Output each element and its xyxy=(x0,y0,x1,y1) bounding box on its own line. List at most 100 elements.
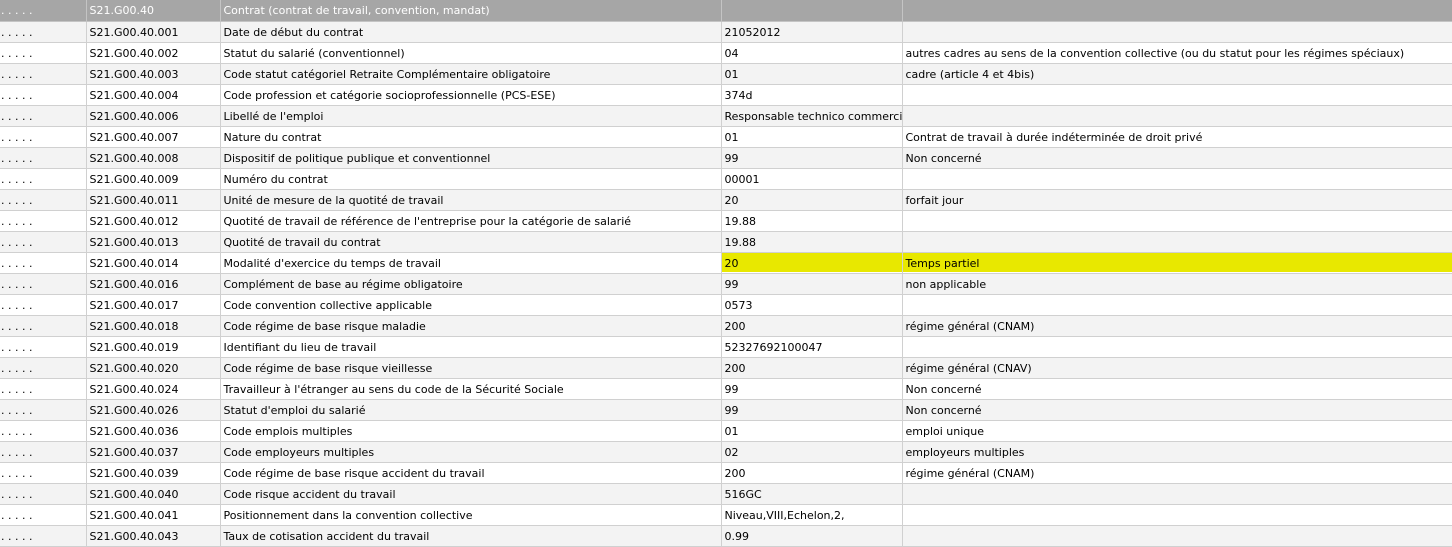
row-field-value: 04 xyxy=(721,43,902,64)
row-indent-dots: . . . . . xyxy=(0,169,86,190)
row-field-value: 200 xyxy=(721,463,902,484)
table-row[interactable]: . . . . .S21.G00.40.039Code régime de ba… xyxy=(0,463,1452,484)
table-row[interactable]: . . . . .S21.G00.40.007Nature du contrat… xyxy=(0,127,1452,148)
row-indent-dots: . . . . . xyxy=(0,232,86,253)
row-indent-dots: . . . . . xyxy=(0,484,86,505)
table-row[interactable]: . . . . .S21.G00.40.041Positionnement da… xyxy=(0,505,1452,526)
row-field-code: S21.G00.40.026 xyxy=(86,400,220,421)
row-field-description xyxy=(902,232,1452,253)
table-row[interactable]: . . . . .S21.G00.40.002Statut du salarié… xyxy=(0,43,1452,64)
table-row[interactable]: . . . . .S21.G00.40.036Code emplois mult… xyxy=(0,421,1452,442)
row-field-value: Responsable technico commercial xyxy=(721,106,902,127)
table-row[interactable]: . . . . .S21.G00.40.040Code risque accid… xyxy=(0,484,1452,505)
table-row[interactable]: . . . . .S21.G00.40.024Travailleur à l'é… xyxy=(0,379,1452,400)
highlighter-mark xyxy=(903,253,1452,273)
row-field-description-text: Temps partiel xyxy=(906,257,980,270)
row-field-value: 19.88 xyxy=(721,211,902,232)
row-field-description: autres cadres au sens de la convention c… xyxy=(902,43,1452,64)
table-row[interactable]: . . . . .S21.G00.40.014Modalité d'exerci… xyxy=(0,253,1452,274)
table-row[interactable]: . . . . .S21.G00.40.037Code employeurs m… xyxy=(0,442,1452,463)
row-indent-dots: . . . . . xyxy=(0,463,86,484)
table-row[interactable]: . . . . .S21.G00.40.006Libellé de l'empl… xyxy=(0,106,1452,127)
row-field-code: S21.G00.40.036 xyxy=(86,421,220,442)
table-row[interactable]: . . . . .S21.G00.40.009Numéro du contrat… xyxy=(0,169,1452,190)
row-field-code: S21.G00.40.001 xyxy=(86,22,220,43)
row-indent-dots: . . . . . xyxy=(0,106,86,127)
header-value-cell xyxy=(721,0,902,22)
table-row[interactable]: . . . . .S21.G00.40.020Code régime de ba… xyxy=(0,358,1452,379)
table-row[interactable]: . . . . .S21.G00.40.019Identifiant du li… xyxy=(0,337,1452,358)
row-field-description xyxy=(902,22,1452,43)
row-field-value: 516GC xyxy=(721,484,902,505)
row-indent-dots: . . . . . xyxy=(0,526,86,547)
table-row[interactable]: . . . . .S21.G00.40.043Taux de cotisatio… xyxy=(0,526,1452,547)
row-field-description xyxy=(902,211,1452,232)
row-field-description: forfait jour xyxy=(902,190,1452,211)
row-field-value: 01 xyxy=(721,421,902,442)
row-field-description: employeurs multiples xyxy=(902,442,1452,463)
row-indent-dots: . . . . . xyxy=(0,337,86,358)
row-field-code: S21.G00.40.008 xyxy=(86,148,220,169)
row-field-code: S21.G00.40.009 xyxy=(86,169,220,190)
row-field-code: S21.G00.40.018 xyxy=(86,316,220,337)
row-field-value: 99 xyxy=(721,148,902,169)
row-field-label: Statut d'emploi du salarié xyxy=(220,400,721,421)
row-field-description xyxy=(902,337,1452,358)
row-field-code: S21.G00.40.003 xyxy=(86,64,220,85)
row-field-value: 99 xyxy=(721,379,902,400)
row-indent-dots: . . . . . xyxy=(0,85,86,106)
row-field-description: Non concerné xyxy=(902,148,1452,169)
table-row[interactable]: . . . . .S21.G00.40.004Code profession e… xyxy=(0,85,1452,106)
row-indent-dots: . . . . . xyxy=(0,64,86,85)
row-field-value: 21052012 xyxy=(721,22,902,43)
row-field-value: 0573 xyxy=(721,295,902,316)
table-header-row[interactable]: . . . . . S21.G00.40 Contrat (contrat de… xyxy=(0,0,1452,22)
row-indent-dots: . . . . . xyxy=(0,400,86,421)
table-row[interactable]: . . . . .S21.G00.40.026Statut d'emploi d… xyxy=(0,400,1452,421)
row-field-description xyxy=(902,85,1452,106)
table-row[interactable]: . . . . .S21.G00.40.001Date de début du … xyxy=(0,22,1452,43)
row-indent-dots: . . . . . xyxy=(0,316,86,337)
row-indent-dots: . . . . . xyxy=(0,421,86,442)
row-field-description: Non concerné xyxy=(902,400,1452,421)
row-field-value: 200 xyxy=(721,316,902,337)
row-field-code: S21.G00.40.004 xyxy=(86,85,220,106)
row-field-code: S21.G00.40.014 xyxy=(86,253,220,274)
row-field-code: S21.G00.40.013 xyxy=(86,232,220,253)
row-field-description: non applicable xyxy=(902,274,1452,295)
row-field-description xyxy=(902,106,1452,127)
table-row[interactable]: . . . . .S21.G00.40.018Code régime de ba… xyxy=(0,316,1452,337)
row-field-value: 99 xyxy=(721,400,902,421)
row-indent-dots: . . . . . xyxy=(0,22,86,43)
row-field-label: Taux de cotisation accident du travail xyxy=(220,526,721,547)
table-row[interactable]: . . . . .S21.G00.40.013Quotité de travai… xyxy=(0,232,1452,253)
table-row[interactable]: . . . . .S21.G00.40.011Unité de mesure d… xyxy=(0,190,1452,211)
row-field-value: Niveau,VIII,Echelon,2, xyxy=(721,505,902,526)
header-block-label: Contrat (contrat de travail, convention,… xyxy=(220,0,721,22)
row-field-code: S21.G00.40.012 xyxy=(86,211,220,232)
row-field-label: Unité de mesure de la quotité de travail xyxy=(220,190,721,211)
row-field-label: Quotité de travail de référence de l'ent… xyxy=(220,211,721,232)
row-field-code: S21.G00.40.039 xyxy=(86,463,220,484)
row-field-label: Positionnement dans la convention collec… xyxy=(220,505,721,526)
row-indent-dots: . . . . . xyxy=(0,43,86,64)
row-field-label: Travailleur à l'étranger au sens du code… xyxy=(220,379,721,400)
table-row[interactable]: . . . . .S21.G00.40.008Dispositif de pol… xyxy=(0,148,1452,169)
dsn-contract-table: . . . . . S21.G00.40 Contrat (contrat de… xyxy=(0,0,1452,547)
row-field-value: 01 xyxy=(721,127,902,148)
row-field-code: S21.G00.40.019 xyxy=(86,337,220,358)
row-field-label: Quotité de travail du contrat xyxy=(220,232,721,253)
table-row[interactable]: . . . . .S21.G00.40.016Complément de bas… xyxy=(0,274,1452,295)
row-field-label: Modalité d'exercice du temps de travail xyxy=(220,253,721,274)
row-field-label: Code régime de base risque maladie xyxy=(220,316,721,337)
table-row[interactable]: . . . . .S21.G00.40.003Code statut catég… xyxy=(0,64,1452,85)
table-row[interactable]: . . . . .S21.G00.40.017Code convention c… xyxy=(0,295,1452,316)
table-row[interactable]: . . . . .S21.G00.40.012Quotité de travai… xyxy=(0,211,1452,232)
row-field-description: Non concerné xyxy=(902,379,1452,400)
row-field-code: S21.G00.40.043 xyxy=(86,526,220,547)
row-field-label: Identifiant du lieu de travail xyxy=(220,337,721,358)
row-indent-dots: . . . . . xyxy=(0,505,86,526)
row-field-label: Code emplois multiples xyxy=(220,421,721,442)
row-field-code: S21.G00.40.007 xyxy=(86,127,220,148)
row-field-code: S21.G00.40.017 xyxy=(86,295,220,316)
